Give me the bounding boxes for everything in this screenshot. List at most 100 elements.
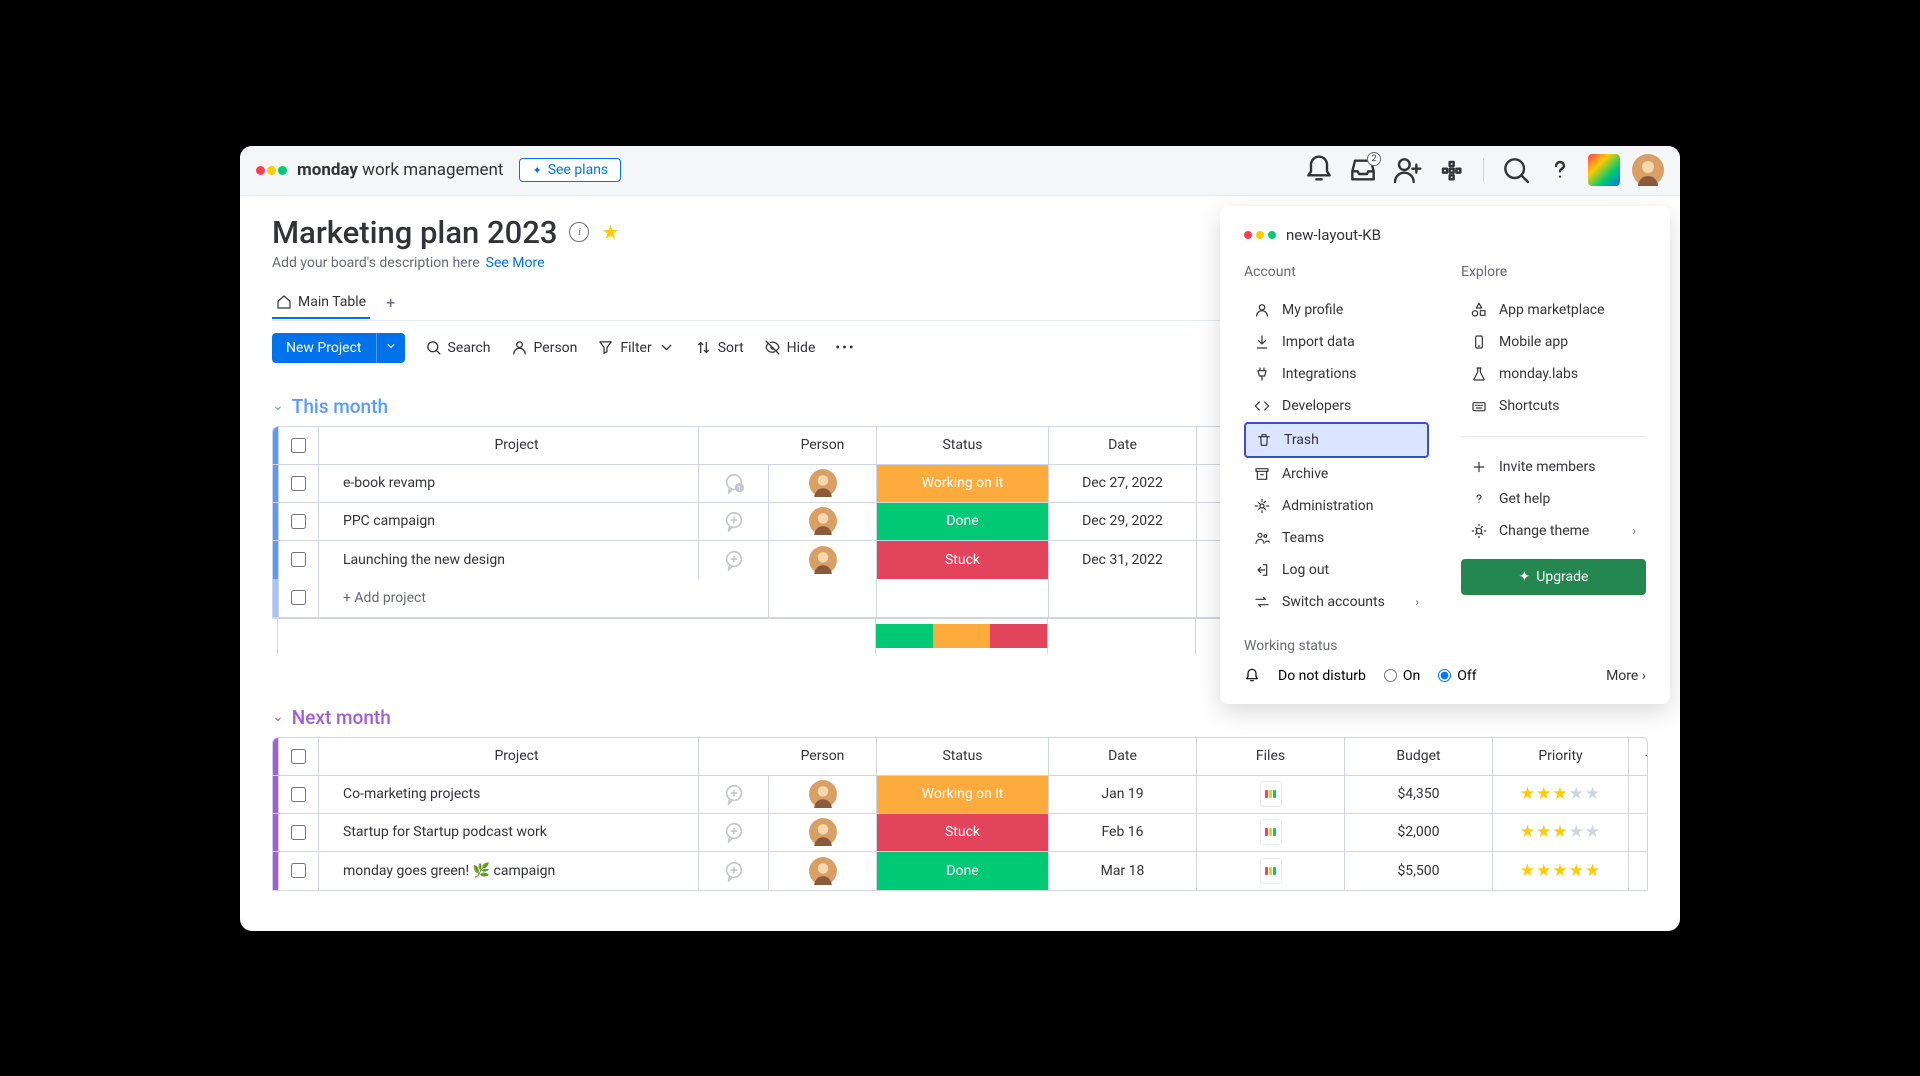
person-cell[interactable]: [769, 503, 877, 540]
chat-icon[interactable]: [699, 814, 769, 851]
budget-cell[interactable]: $5,500: [1345, 852, 1493, 890]
table-row[interactable]: Co-marketing projects Working on it Jan …: [273, 776, 1647, 814]
project-name[interactable]: Startup for Startup podcast work: [319, 814, 699, 851]
filter-tool[interactable]: Filter: [597, 339, 674, 356]
favorite-star-icon[interactable]: ★: [601, 220, 619, 244]
files-cell[interactable]: [1197, 814, 1345, 851]
project-name[interactable]: e-book revamp: [319, 465, 699, 502]
person-cell[interactable]: [769, 852, 877, 890]
select-all-checkbox[interactable]: [279, 427, 319, 464]
chat-icon[interactable]: [699, 776, 769, 813]
menu-item-teams[interactable]: Teams: [1244, 522, 1429, 554]
person-cell[interactable]: [769, 776, 877, 813]
table-row[interactable]: monday goes green! 🌿 campaign Done Mar 1…: [273, 852, 1647, 890]
row-checkbox[interactable]: [279, 541, 319, 579]
person-filter[interactable]: Person: [511, 339, 578, 356]
col-project[interactable]: Project: [319, 427, 699, 464]
dnd-on-radio[interactable]: On: [1384, 668, 1420, 684]
project-name[interactable]: Co-marketing projects: [319, 776, 699, 813]
notifications-icon[interactable]: [1303, 154, 1335, 186]
priority-cell[interactable]: ★★★★★: [1493, 814, 1629, 851]
select-all-checkbox[interactable]: [279, 738, 319, 775]
menu-item-developers[interactable]: Developers: [1244, 390, 1429, 422]
priority-cell[interactable]: ★★★★★: [1493, 852, 1629, 890]
row-checkbox[interactable]: [279, 776, 319, 813]
add-column-button[interactable]: +: [1629, 738, 1648, 775]
col-person[interactable]: Person: [769, 738, 877, 775]
inbox-icon[interactable]: 2: [1347, 154, 1379, 186]
menu-item-trash[interactable]: Trash: [1244, 422, 1429, 458]
hide-tool[interactable]: Hide: [764, 339, 816, 356]
row-checkbox[interactable]: [279, 503, 319, 540]
status-cell[interactable]: Stuck: [877, 814, 1049, 851]
chat-icon[interactable]: [699, 503, 769, 540]
menu-item-archive[interactable]: Archive: [1244, 458, 1429, 490]
budget-cell[interactable]: $4,350: [1345, 776, 1493, 813]
dnd-off-radio[interactable]: Off: [1438, 668, 1476, 684]
date-cell[interactable]: Dec 31, 2022: [1049, 541, 1197, 579]
menu-item-invite-members[interactable]: Invite members: [1461, 451, 1646, 483]
menu-item-log-out[interactable]: Log out: [1244, 554, 1429, 586]
group-header[interactable]: ⌄ Next month: [272, 706, 1648, 729]
menu-item-change-theme[interactable]: Change theme ›: [1461, 515, 1646, 547]
project-name[interactable]: monday goes green! 🌿 campaign: [319, 852, 699, 890]
date-cell[interactable]: Mar 18: [1049, 852, 1197, 890]
new-project-dropdown[interactable]: [376, 333, 405, 363]
avatar[interactable]: [1632, 154, 1664, 186]
table-row[interactable]: Startup for Startup podcast work Stuck F…: [273, 814, 1647, 852]
date-cell[interactable]: Dec 27, 2022: [1049, 465, 1197, 502]
status-cell[interactable]: Working on it: [877, 776, 1049, 813]
help-icon[interactable]: [1544, 154, 1576, 186]
date-cell[interactable]: Dec 29, 2022: [1049, 503, 1197, 540]
col-priority[interactable]: Priority: [1493, 738, 1629, 775]
upgrade-button[interactable]: ✦Upgrade: [1461, 559, 1646, 595]
person-cell[interactable]: [769, 465, 877, 502]
info-icon[interactable]: i: [569, 222, 589, 242]
invite-icon[interactable]: [1391, 154, 1423, 186]
col-budget[interactable]: Budget: [1345, 738, 1493, 775]
see-more-link[interactable]: See More: [486, 255, 545, 271]
menu-item-administration[interactable]: Administration: [1244, 490, 1429, 522]
more-options-icon[interactable]: •••: [835, 340, 855, 356]
priority-cell[interactable]: ★★★★★: [1493, 776, 1629, 813]
col-files[interactable]: Files: [1197, 738, 1345, 775]
person-cell[interactable]: [769, 541, 877, 579]
new-project-button[interactable]: New Project: [272, 333, 405, 363]
menu-item-shortcuts[interactable]: Shortcuts: [1461, 390, 1646, 422]
col-person[interactable]: Person: [769, 427, 877, 464]
chat-icon[interactable]: [699, 541, 769, 579]
col-project[interactable]: Project: [319, 738, 699, 775]
more-link[interactable]: More ›: [1606, 668, 1646, 684]
files-cell[interactable]: [1197, 776, 1345, 813]
person-cell[interactable]: [769, 814, 877, 851]
apps-icon[interactable]: [1435, 154, 1467, 186]
budget-cell[interactable]: $2,000: [1345, 814, 1493, 851]
row-checkbox[interactable]: [279, 465, 319, 502]
search-icon[interactable]: [1500, 154, 1532, 186]
menu-item-my-profile[interactable]: My profile: [1244, 294, 1429, 326]
chat-icon[interactable]: [699, 852, 769, 890]
product-switcher-icon[interactable]: [1588, 154, 1620, 186]
see-plans-button[interactable]: ✦See plans: [519, 158, 621, 182]
files-cell[interactable]: [1197, 852, 1345, 890]
menu-item-app-marketplace[interactable]: App marketplace: [1461, 294, 1646, 326]
add-view-button[interactable]: +: [378, 285, 403, 320]
tab-main-table[interactable]: Main Table: [272, 286, 370, 318]
search-tool[interactable]: Search: [425, 339, 491, 356]
status-cell[interactable]: Done: [877, 852, 1049, 890]
row-checkbox[interactable]: [279, 852, 319, 890]
menu-item-monday.labs[interactable]: monday.labs: [1461, 358, 1646, 390]
project-name[interactable]: PPC campaign: [319, 503, 699, 540]
row-checkbox[interactable]: [279, 814, 319, 851]
sort-tool[interactable]: Sort: [695, 339, 744, 356]
col-status[interactable]: Status: [877, 427, 1049, 464]
menu-item-integrations[interactable]: Integrations: [1244, 358, 1429, 390]
chat-icon[interactable]: 1: [699, 465, 769, 502]
date-cell[interactable]: Feb 16: [1049, 814, 1197, 851]
date-cell[interactable]: Jan 19: [1049, 776, 1197, 813]
menu-item-import-data[interactable]: Import data: [1244, 326, 1429, 358]
col-date[interactable]: Date: [1049, 738, 1197, 775]
col-date[interactable]: Date: [1049, 427, 1197, 464]
menu-item-switch-accounts[interactable]: Switch accounts ›: [1244, 586, 1429, 618]
status-cell[interactable]: Done: [877, 503, 1049, 540]
